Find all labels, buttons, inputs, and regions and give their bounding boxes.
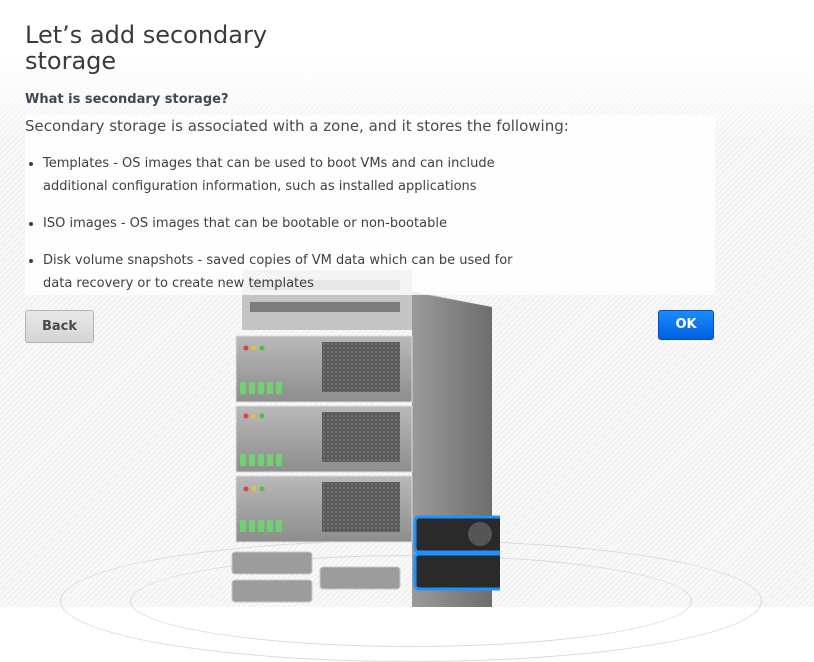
back-button[interactable]: Back (25, 310, 94, 343)
server-unit-1 (235, 335, 413, 403)
list-item: Templates - OS images that can be used t… (43, 152, 543, 198)
intro-text: Secondary storage is associated with a z… (25, 117, 569, 135)
list-item: Disk volume snapshots - saved copies of … (43, 249, 543, 295)
disk-stack-grey (231, 551, 401, 603)
section-subtitle: What is secondary storage? (25, 92, 229, 107)
list-item: ISO images - OS images that can be boota… (43, 212, 543, 235)
server-unit-3 (235, 475, 413, 543)
server-rack-illustration (231, 270, 500, 607)
disk-stack-highlighted (413, 515, 500, 591)
server-unit-2 (235, 405, 413, 473)
storage-contents-list: Templates - OS images that can be used t… (25, 152, 543, 309)
ok-button[interactable]: OK (658, 310, 714, 340)
page-title: Let’s add secondary storage (25, 21, 268, 75)
